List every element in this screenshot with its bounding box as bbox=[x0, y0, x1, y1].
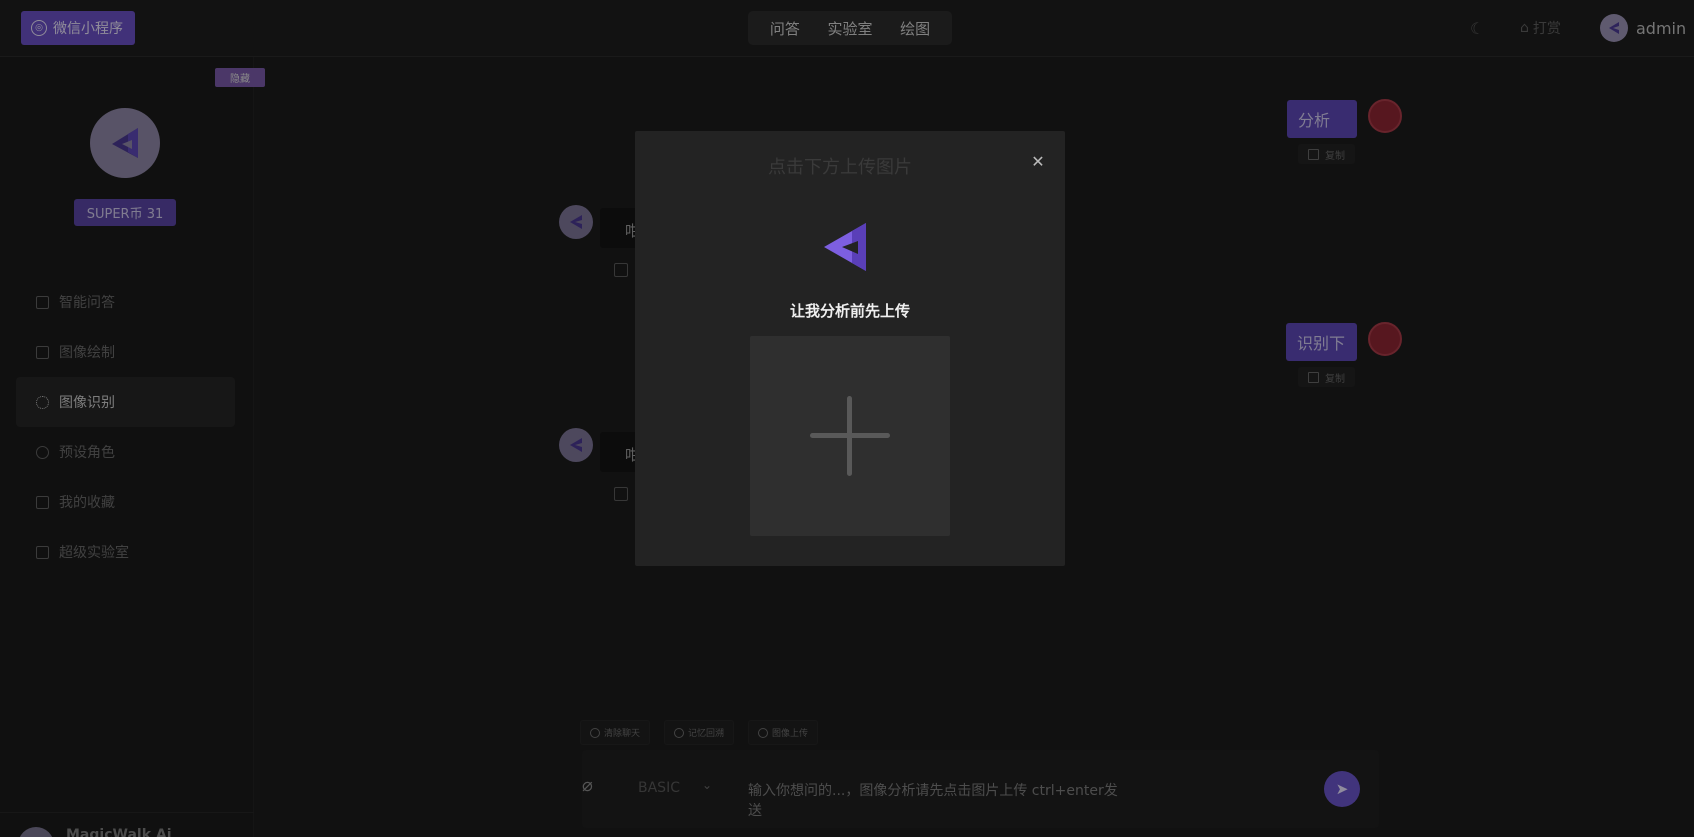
close-icon[interactable]: ✕ bbox=[1029, 153, 1047, 171]
image-upload-area[interactable] bbox=[750, 336, 950, 536]
modal-subtitle: 让我分析前先上传 bbox=[789, 302, 910, 320]
upload-modal: 点击下方上传图片 ✕ 让我分析前先上传 bbox=[635, 131, 1065, 566]
plus-icon bbox=[847, 396, 852, 476]
app-logo-icon bbox=[824, 223, 866, 271]
modal-title: 点击下方上传图片 bbox=[768, 157, 912, 178]
